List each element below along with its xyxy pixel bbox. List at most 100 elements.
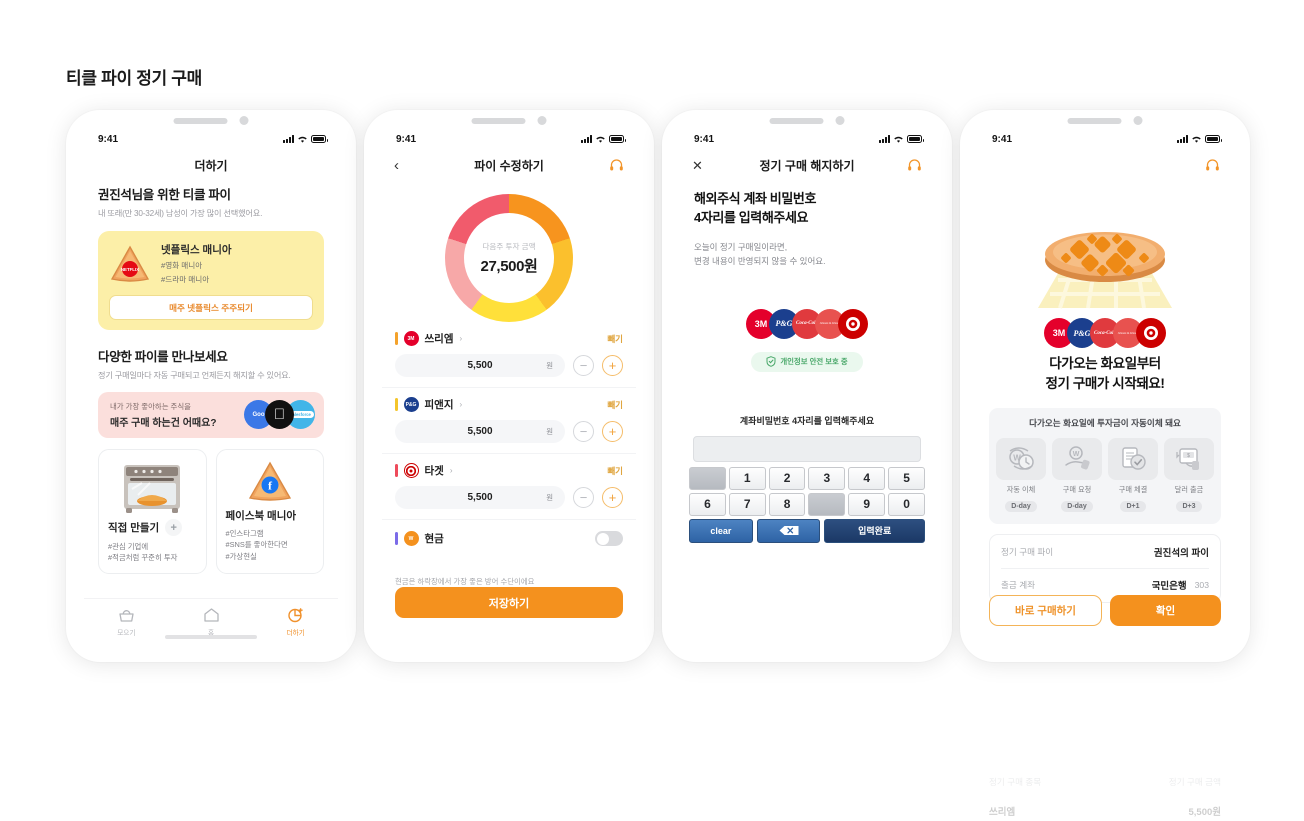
decrement-button[interactable]: − [573,487,594,508]
plus-icon[interactable]: + [165,519,183,536]
banner-small-text: 내가 가장 좋아하는 주식을 [110,402,191,411]
stock-logo-3m-icon: 3M [403,331,419,346]
auto-transfer-icon: W [996,437,1046,480]
card-tag: #관심 기업에 [108,542,149,551]
status-bar: 9:41 [84,128,338,150]
decrement-button[interactable]: − [573,355,594,376]
phone2-scroll[interactable]: 다음주 투자 금액 27,500원 3M 쓰리엠 › 빼기 5,500 원 − … [382,180,636,644]
tab-label: 더하기 [286,629,305,637]
keypad-key-9[interactable]: 9 [848,492,886,516]
keypad-key-4[interactable]: 4 [848,466,886,490]
remove-stock-button[interactable]: 빼기 [607,465,623,477]
wifi-icon [596,136,605,143]
keypad-backspace-icon[interactable] [756,518,821,543]
tab-add[interactable]: 더하기 [253,607,338,637]
pin-entry-label: 계좌비밀번호 4자리를 입력해주세요 [739,415,875,426]
battery-icon [1205,135,1222,143]
back-chevron-left-icon[interactable]: ‹ [394,158,414,173]
phone2-top-decoration [471,116,547,125]
keypad-key-8[interactable]: 8 [768,492,806,516]
chevron-right-icon[interactable]: › [450,466,453,475]
buy-now-button[interactable]: 바로 구매하기 [989,595,1102,626]
info-extra: 303 [1194,579,1209,590]
oven-icon [116,461,188,513]
ghost-row-name: 쓰리엠 [989,807,1016,818]
phone-screen-1: 9:41 더하기 권진석님을 위한 티클 파이 내 또래(만 30-32세) 남… [66,110,356,662]
decrement-button[interactable]: − [573,421,594,442]
keypad-confirm-button[interactable]: 입력완료 [824,518,926,543]
facebook-pie-slice-icon: f [247,461,293,503]
amount-unit: 원 [546,361,553,370]
nav-title: 더하기 [194,158,228,173]
keypad-key-blank[interactable] [689,466,726,490]
increment-button[interactable]: + [602,487,623,508]
increment-button[interactable]: + [602,421,623,442]
card-make-your-own[interactable]: 직접 만들기 + #관심 기업에 #적금처럼 꾸준히 투자 [98,449,207,574]
status-time: 9:41 [98,133,119,145]
chevron-right-icon[interactable]: › [459,334,462,343]
remove-stock-button[interactable]: 빼기 [607,333,623,345]
status-time: 9:41 [694,133,715,145]
amount-value: 5,500 [467,492,493,503]
amount-input[interactable]: 5,500 원 [395,420,565,443]
headset-support-icon[interactable] [1205,158,1220,172]
tab-collect[interactable]: 모으기 [84,607,169,637]
keypad-key-6[interactable]: 6 [689,492,726,516]
brand-target-icon [1136,318,1166,348]
banner-big-text: 매주 구매 하는건 어때요? [110,418,217,429]
featured-cta-button[interactable]: 매주 넷플릭스 주주되기 [109,295,313,320]
keypad-key-1[interactable]: 1 [728,466,766,490]
pin-body-line1: 오늘이 정기 구매일이라면, [694,241,788,252]
keypad-key-7[interactable]: 7 [728,492,766,516]
signal-bars-icon [581,135,592,143]
increment-button[interactable]: + [602,355,623,376]
step-badge: D-day [1061,500,1093,512]
keypad-key-3[interactable]: 3 [808,466,846,490]
chevron-right-icon[interactable]: › [459,400,462,409]
pin-input-field[interactable] [693,435,921,462]
save-button[interactable]: 저장하기 [395,587,623,618]
headset-support-icon[interactable] [907,158,922,172]
pie-card-row: 직접 만들기 + #관심 기업에 #적금처럼 꾸준히 투자 f 페이스북 매니아… [84,449,338,574]
section2-title: 다양한 파이를 만나보세요 [98,350,228,364]
keypad-row-2: 6 7 8 9 0 [689,492,925,516]
nav-title: 정기 구매 해지하기 [759,158,855,173]
keypad-key-2[interactable]: 2 [768,466,806,490]
amount-input[interactable]: 5,500 원 [395,354,565,377]
card-facebook-mania[interactable]: f 페이스북 매니아 #인스타그램 #SNS를 좋아한다면 #가상현실 [215,449,324,574]
confirm-button[interactable]: 확인 [1110,595,1221,626]
close-icon[interactable]: ✕ [692,159,712,172]
keypad-clear-button[interactable]: clear [689,518,753,543]
featured-pie-card[interactable]: NETFLIX 넷플릭스 매니아 #영화 매니아 #드라마 매니아 매주 넷플릭… [98,231,324,330]
amount-input[interactable]: 5,500 원 [395,486,565,509]
phone1-scroll[interactable]: 권진석님을 위한 티클 파이 내 또래(만 30-32세) 남성이 가장 많이 … [84,180,338,644]
keypad-row-1: 1 2 3 4 5 [689,466,925,490]
basket-icon [84,607,169,624]
cash-name: 현금 [424,533,444,545]
phone3-scroll[interactable]: 해외주식 계좌 비밀번호 4자리를 입력해주세요 오늘이 정기 구매일이라면, … [680,180,934,644]
cash-toggle[interactable] [595,531,623,546]
featured-tag-1: #영화 매니아 [161,261,203,270]
card-tag: #적금처럼 꾸준히 투자 [108,553,178,563]
cash-color-bar [395,532,398,545]
schedule-panel: 다가오는 화요일에 투자금이 자동이체 돼요 W 자동 이체 D-day W 구… [989,407,1221,524]
stock-row: P&G 피앤지 › 빼기 5,500 원 − + [382,388,636,454]
keypad-key-5[interactable]: 5 [888,466,925,490]
speaker-pill [1067,117,1122,124]
phone4-scroll[interactable]: 3M P&G Coca-Cola Johnson & Johnson 다가오는 … [978,180,1232,644]
wifi-icon [298,136,307,143]
keypad-key-0[interactable]: 0 [888,492,925,516]
camera-dot [1133,116,1143,125]
banner-logo-stack: Goo  salesforce [244,400,315,429]
ghost-header-row: 정기 구매 종목 정기 구매 금액 [978,773,1232,791]
suggestion-banner[interactable]: 내가 가장 좋아하는 주식을 매주 구매 하는건 어때요? Goo  sale… [98,392,324,438]
remove-stock-button[interactable]: 빼기 [607,399,623,411]
status-bar: 9:41 [978,128,1232,150]
card-title-text: 페이스북 매니아 [225,510,297,522]
keypad-key-blank[interactable] [808,492,846,516]
tab-home[interactable]: 홈 [169,607,254,637]
info-row-account: 출금 계좌 국민은행 303 [1001,578,1209,592]
headset-support-icon[interactable] [609,158,624,172]
amount-unit: 원 [546,493,553,502]
phone4-action-bar: 바로 구매하기 확인 [989,595,1221,626]
